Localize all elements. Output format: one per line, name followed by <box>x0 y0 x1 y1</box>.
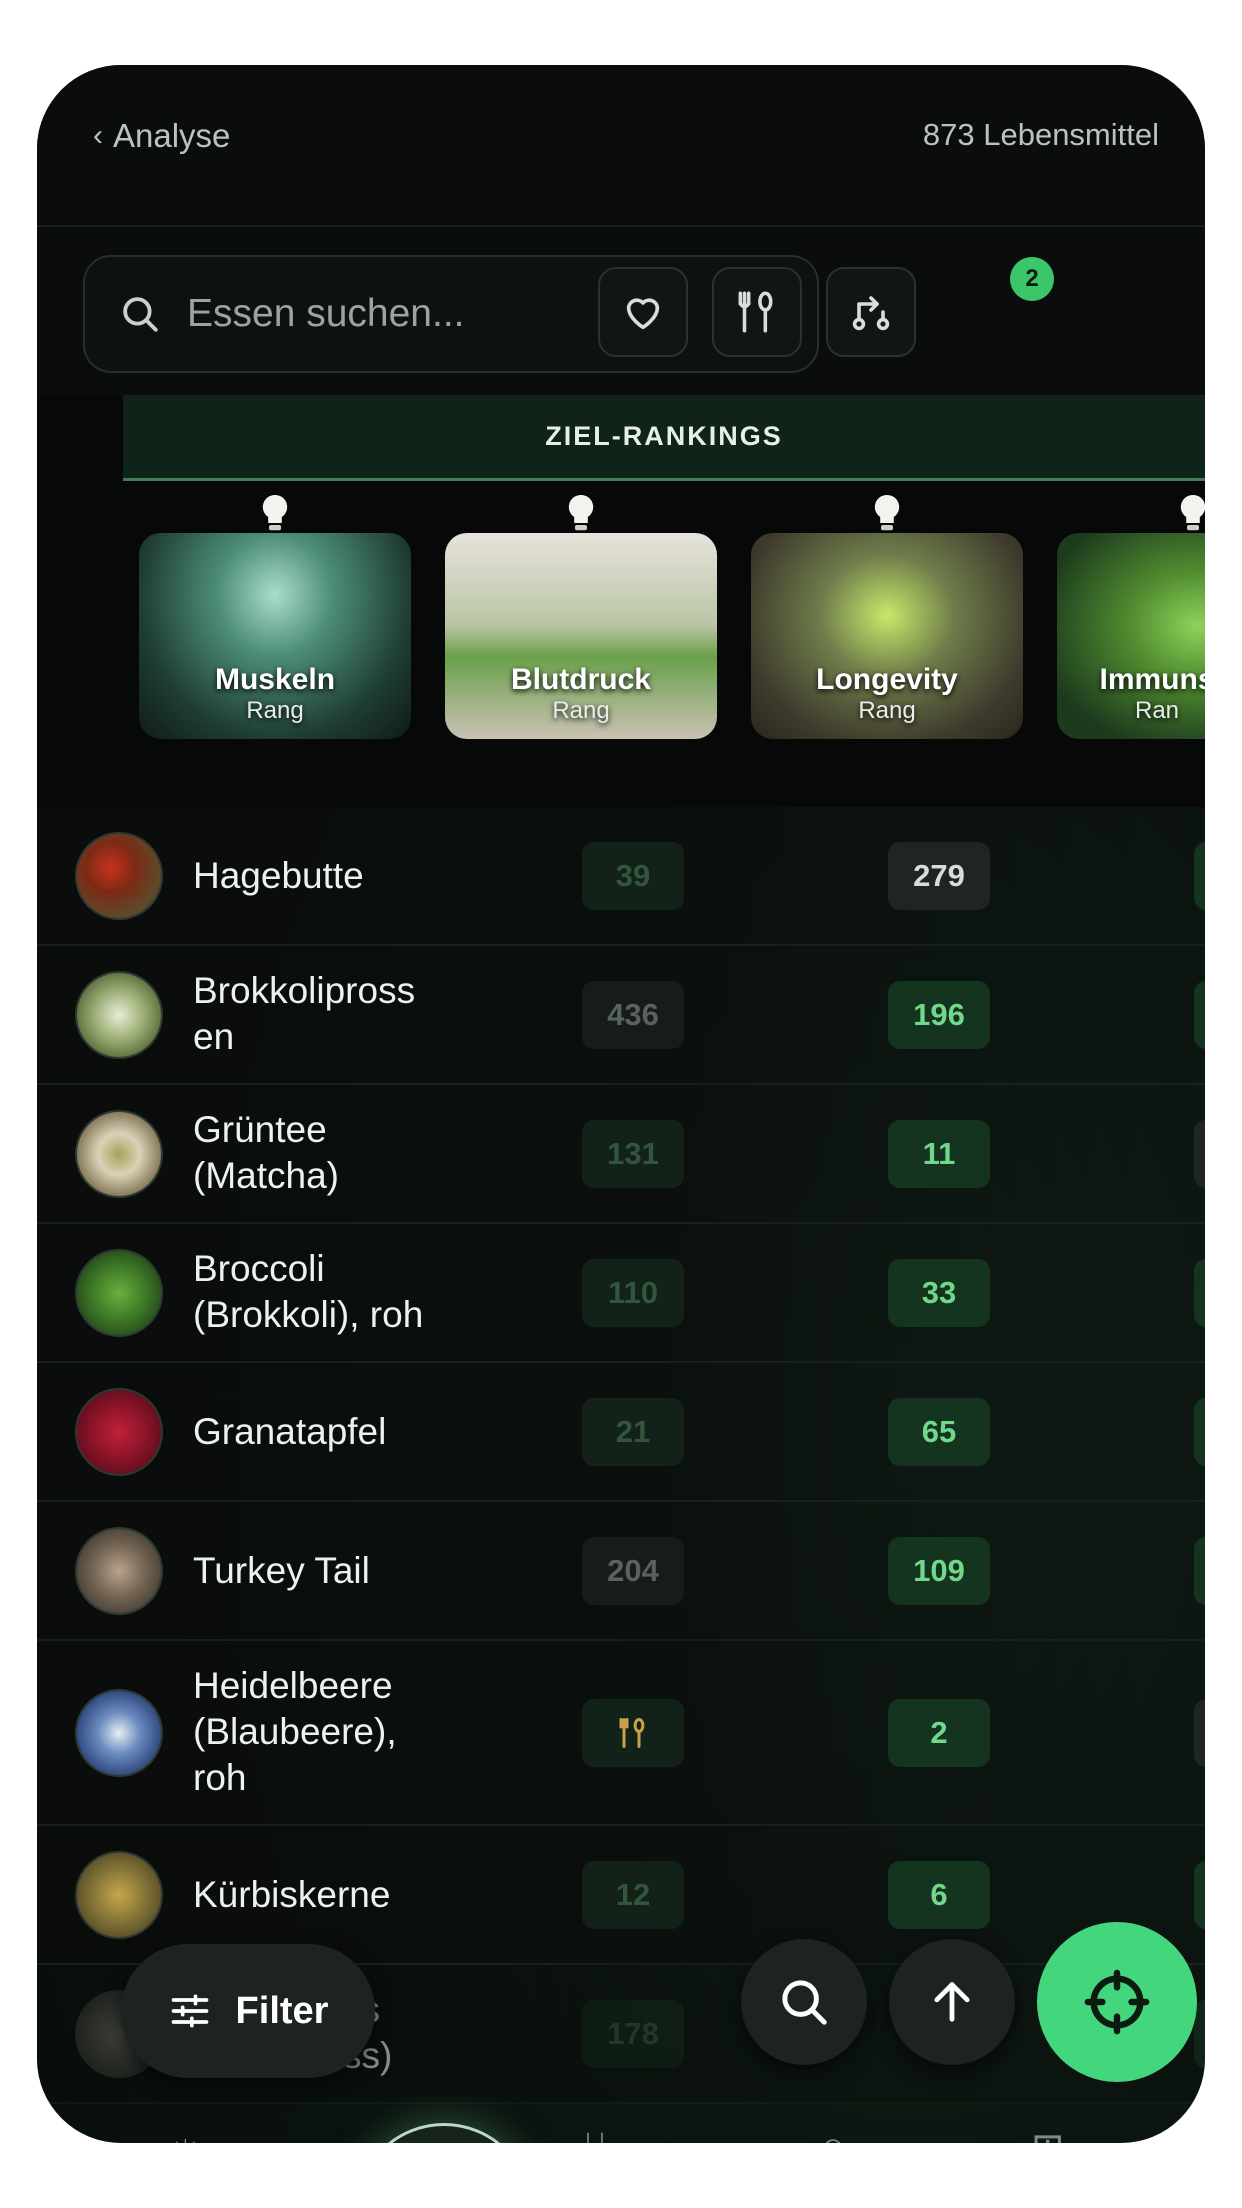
food-thumbnail <box>75 1110 163 1198</box>
food-row[interactable]: Broccoli (Brokkoli), roh 110 33 64 <box>37 1224 1205 1363</box>
food-thumbnail <box>75 1851 163 1939</box>
rank-blood-pressure: 279 <box>888 842 990 910</box>
filter-label: Filter <box>235 1989 329 2032</box>
lightbulb-icon[interactable] <box>1173 489 1205 537</box>
goal-sub: Rang <box>246 697 304 724</box>
food-name: Kürbiskerne <box>193 1874 391 1915</box>
search-fab[interactable] <box>741 1939 867 2065</box>
rank-muscles: 21 <box>582 1398 684 1466</box>
food-thumbnail <box>75 1527 163 1615</box>
food-row[interactable]: Granatapfel 21 65 19 <box>37 1363 1205 1502</box>
rank-blood-pressure: 33 <box>888 1259 990 1327</box>
goal-card-immune[interactable]: Immuns Ran <box>1057 533 1205 739</box>
filter-button[interactable]: Filter <box>121 1944 375 2078</box>
goal-title: Muskeln <box>214 663 336 696</box>
phone-screen: ‹ Analyse 873 Lebensmittel Essen suchen.… <box>37 65 1205 2143</box>
meal-count-badge: 2 <box>1010 257 1054 301</box>
goal-title: Blutdruck <box>510 663 651 696</box>
rank-longevity: 1 <box>1194 842 1205 910</box>
nav-person-icon[interactable]: ○ <box>821 2125 845 2143</box>
food-name: Granatapfel <box>193 1411 387 1452</box>
chevron-left-icon: ‹ <box>93 119 103 152</box>
lab-button[interactable] <box>355 2123 533 2143</box>
goal-title: Longevity <box>816 663 958 696</box>
top-bar: ‹ Analyse 873 Lebensmittel <box>37 65 1205 227</box>
heart-icon <box>626 298 660 330</box>
goal-sub: Rang <box>858 697 916 724</box>
food-count: 873 Lebensmittel <box>922 117 1159 152</box>
arrow-up-icon <box>934 1982 970 2022</box>
nav-grid-icon[interactable]: ⊞ <box>1031 2125 1065 2143</box>
rank-muscles: 110 <box>582 1259 684 1327</box>
rank-blood-pressure: 2 <box>888 1699 990 1767</box>
back-link[interactable]: ‹ Analyse <box>93 117 230 155</box>
meal-button[interactable] <box>712 267 802 357</box>
ranking-header-label: ZIEL-RANKINGS <box>545 421 783 451</box>
search-icon <box>123 297 158 332</box>
scroll-top-button[interactable] <box>889 1939 1015 2065</box>
goal-cards: Muskeln Rang Blutdruck Rang Longevity Ra… <box>37 481 1205 807</box>
food-name: Brokkolipross en <box>193 970 416 1057</box>
rank-muscles <box>582 1699 684 1767</box>
search-placeholder: Essen suchen... <box>187 292 465 335</box>
rank-blood-pressure: 196 <box>888 981 990 1049</box>
rank-muscles: 178 <box>582 2000 684 2068</box>
rank-blood-pressure: 11 <box>888 1120 990 1188</box>
food-thumbnail <box>75 971 163 1059</box>
food-thumbnail <box>75 1388 163 1476</box>
rank-longevity: 41 <box>1194 1537 1205 1605</box>
search-icon <box>782 1980 827 2025</box>
food-thumbnail <box>75 1249 163 1337</box>
ranking-header: ZIEL-RANKINGS <box>123 395 1205 481</box>
food-name: Turkey Tail <box>193 1550 370 1591</box>
food-name: Broccoli (Brokkoli), roh <box>193 1248 424 1335</box>
goal-sub: Rang <box>552 697 610 724</box>
food-row[interactable]: Grüntee (Matcha) 131 11 22 <box>37 1085 1205 1224</box>
food-thumbnail <box>75 832 163 920</box>
rank-blood-pressure: 109 <box>888 1537 990 1605</box>
rank-blood-pressure: 65 <box>888 1398 990 1466</box>
rank-muscles: 436 <box>582 981 684 1049</box>
fork-spoon-icon <box>619 1718 645 1748</box>
goal-card-blood-pressure[interactable]: Blutdruck Rang <box>445 533 717 739</box>
food-row[interactable]: Hagebutte 39 279 1 <box>37 807 1205 946</box>
lightbulb-icon[interactable] <box>255 489 295 537</box>
search-input[interactable]: Essen suchen... <box>83 255 819 373</box>
food-thumbnail <box>75 1689 163 1777</box>
rank-muscles: 131 <box>582 1120 684 1188</box>
lightbulb-icon[interactable] <box>867 489 907 537</box>
rank-longevity: 64 <box>1194 1259 1205 1327</box>
food-row[interactable]: Turkey Tail 204 109 41 <box>37 1502 1205 1641</box>
lightbulb-icon[interactable] <box>561 489 601 537</box>
food-row[interactable]: Heidelbeere (Blaubeere), roh 2 21 <box>37 1641 1205 1826</box>
sliders-icon <box>171 1994 208 2028</box>
back-label: Analyse <box>113 117 231 154</box>
compare-icon <box>852 296 890 331</box>
food-name: Grüntee (Matcha) <box>193 1109 339 1196</box>
rank-muscles: 39 <box>582 842 684 910</box>
favorites-button[interactable] <box>598 267 688 357</box>
food-name: Hagebutte <box>193 855 364 896</box>
crosshair-icon <box>1084 1969 1150 2035</box>
rank-muscles: 204 <box>582 1537 684 1605</box>
sun-icon[interactable]: ☼ <box>167 2125 204 2143</box>
rank-blood-pressure: 6 <box>888 1861 990 1929</box>
fork-spoon-icon <box>738 291 773 333</box>
rank-muscles: 12 <box>582 1861 684 1929</box>
rank-longevity: 19 <box>1194 1398 1205 1466</box>
goal-title: Immuns <box>1099 663 1205 696</box>
goal-sub: Ran <box>1134 697 1180 724</box>
rank-longevity: 21 <box>1194 1699 1205 1767</box>
rank-longevity: 11 <box>1194 981 1205 1049</box>
rank-longevity: 22 <box>1194 1120 1205 1188</box>
target-button[interactable] <box>1037 1922 1197 2082</box>
food-row[interactable]: Brokkolipross en 436 196 11 <box>37 946 1205 1085</box>
nav-fork-icon[interactable]: ⑂ <box>583 2125 607 2143</box>
food-name: Heidelbeere (Blaubeere), roh <box>193 1665 397 1798</box>
rank-longevity: 31 <box>1194 1861 1205 1929</box>
goal-card-longevity[interactable]: Longevity Rang <box>751 533 1023 739</box>
compare-button[interactable] <box>826 267 916 357</box>
goal-card-muscles[interactable]: Muskeln Rang <box>139 533 411 739</box>
